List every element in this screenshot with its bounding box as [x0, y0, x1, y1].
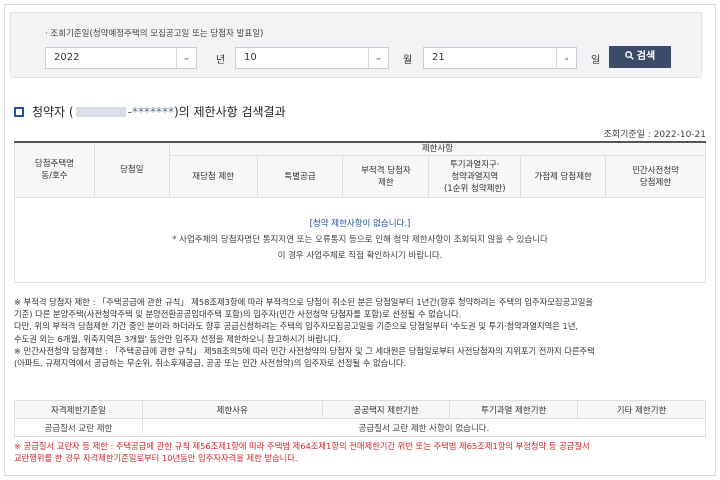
note-line: (아파트, 규제지역에서 공급하는 무순위, 취소후재공급, 공공 또는 민간 …: [14, 358, 407, 369]
day-select[interactable]: 21 ⌄: [423, 47, 577, 69]
header-add-point: 가점제 당첨제한: [520, 155, 607, 198]
square-bullet-icon: [14, 106, 24, 117]
empty-note-1: * 사업주체의 당첨자명단 통지지연 또는 오류통지 등으로 인해 청약 제한사…: [172, 235, 548, 245]
bt-header-overheat: 투기과열 제한기한: [449, 400, 579, 419]
header-rewin: 재당첨 제한: [168, 155, 258, 198]
empty-message: [청약 제한사항이 없습니다.]: [309, 219, 411, 229]
restriction-table: 당첨주택명 동/호수 당첨일 제한사항 재당첨 제한 특별공급 부적격 당첨자 …: [14, 141, 707, 283]
month-select[interactable]: 10 ⌄: [235, 47, 389, 69]
year-value: 2022: [54, 52, 80, 63]
search-date-label: · 조회기준일(청약예정주택의 모집공고일 또는 당첨자 발표일): [45, 29, 264, 39]
title-prefix: 청약자 (: [32, 105, 74, 119]
chevron-down-icon: ⌄: [368, 48, 388, 68]
title-suffix: )의 제한사항 검색결과: [173, 105, 286, 119]
note-line: 기준) 다른 분양주택(사전청약주택 및 분양전환공공임대주택 포함)의 입주자…: [14, 309, 462, 320]
title-mask: -*******: [127, 104, 174, 119]
day-unit: 일: [591, 55, 601, 66]
chevron-down-icon: ⌄: [176, 48, 196, 68]
empty-note-2: 이 경우 사업주체로 직접 확인하시기 바랍니다.: [277, 251, 443, 261]
day-value: 21: [432, 52, 445, 63]
warning-line: ※ 공급질서 교란자 등 제한 : 주택공급에 관한 규칙 제56조제1항에 따…: [14, 441, 590, 451]
year-select[interactable]: 2022 ⌄: [45, 47, 197, 69]
note-line: ※ 민간사전청약 당첨제한 : 「주택공급에 관한 규칙」 제58조의5에 따라…: [14, 345, 595, 356]
warning-line: 교란행위를 한 경우 자격제한기준일로부터 10년동안 입주자자격을 제한 받습…: [14, 453, 298, 464]
bt-header-public: 공공택지 제한기한: [321, 400, 451, 419]
header-special: 특별공급: [256, 155, 344, 198]
bt-row-value: 공급질서 교란 제한 사항이 없습니다.: [141, 418, 707, 437]
reference-date: 조회기준일 : 2022-10-21: [603, 130, 706, 140]
header-overheat: 투기과열지구· 청약과열지역 (1순위 청약제한): [428, 155, 522, 198]
chevron-down-icon: ⌄: [556, 48, 576, 68]
masked-id: [75, 106, 126, 117]
search-panel: · 조회기준일(청약예정주택의 모집공고일 또는 당첨자 발표일) 2022 ⌄…: [10, 12, 702, 78]
search-icon: [624, 51, 634, 60]
header-unit: 당첨주택명 동/호수: [14, 141, 95, 198]
supply-order-table: 자격제한기준일 제한사유 공공택지 제한기한 투기과열 제한기한 기타 제한기한…: [14, 400, 707, 437]
note-line: ※ 부적격 당첨자 제한 : 「주택공급에 관한 규칙」 제58조제3항에 따라…: [14, 297, 594, 307]
header-presale: 민간사전청약 당첨제한: [605, 155, 706, 198]
header-ineligible: 부적격 당첨자 제한: [342, 155, 430, 198]
note-line: 다만, 위의 부적격 당첨제한 기간 중인 분이라 하더라도 향후 공급신청하려…: [14, 321, 579, 332]
bt-header-date: 자격제한기준일: [14, 400, 143, 419]
note-line: 수도권 외는 6개월, 위축지역은 3개월' 동안만 입주자 선정을 제한하오니…: [14, 333, 341, 344]
supply-order-warning: ※ 공급질서 교란자 등 제한 : 주택공급에 관한 규칙 제56조제1항에 따…: [14, 440, 706, 464]
month-unit: 월: [403, 55, 413, 66]
search-button-label: 검색: [636, 51, 656, 62]
result-title: 청약자 ( -******* )의 제한사항 검색결과: [14, 103, 286, 120]
header-win-date: 당첨일: [93, 141, 170, 198]
bt-row-label: 공급질서 교란 제한: [14, 418, 143, 437]
bt-header-reason: 제한사유: [141, 400, 323, 419]
year-unit: 년: [216, 55, 226, 66]
table-row: 공급질서 교란 제한 공급질서 교란 제한 사항이 없습니다.: [14, 418, 707, 437]
search-button[interactable]: 검색: [609, 46, 671, 68]
notes-block: ※ 부적격 당첨자 제한 : 「주택공급에 관한 규칙」 제58조제3항에 따라…: [14, 296, 706, 369]
empty-result-cell: [청약 제한사항이 없습니다.] * 사업주체의 당첨자명단 통지지연 또는 오…: [14, 197, 706, 283]
header-restriction: 제한사항: [168, 141, 707, 156]
bt-header-other: 기타 제한기한: [577, 400, 706, 419]
month-value: 10: [244, 52, 257, 63]
